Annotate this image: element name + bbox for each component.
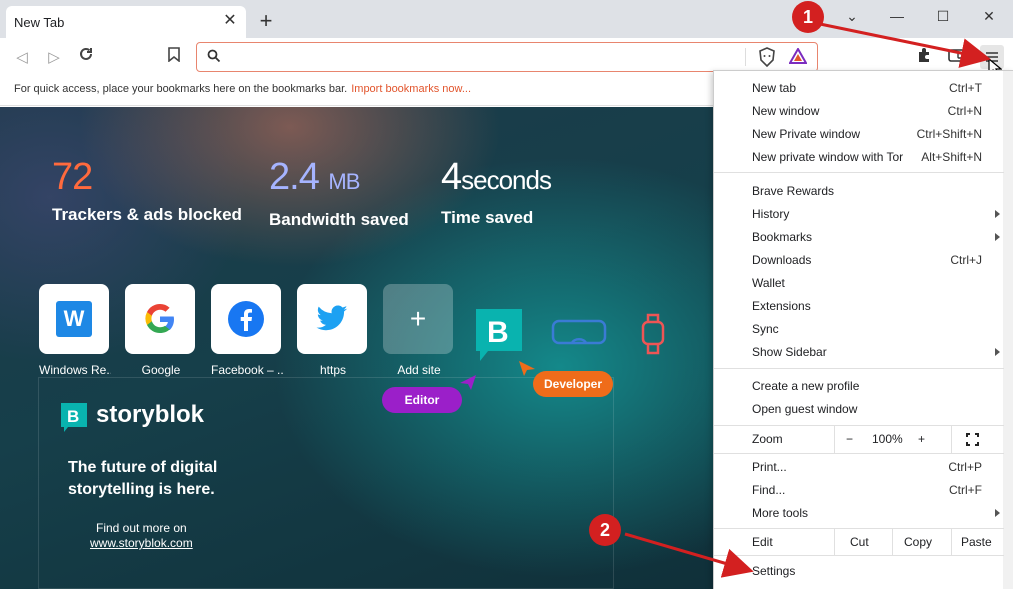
annotation-badge-1: 1 — [792, 1, 824, 33]
annotation-arrow-1 — [819, 22, 991, 68]
annotation-badge-2: 2 — [589, 514, 621, 546]
annotation-arrows — [624, 22, 991, 578]
annotation-arrow-2 — [624, 532, 754, 578]
